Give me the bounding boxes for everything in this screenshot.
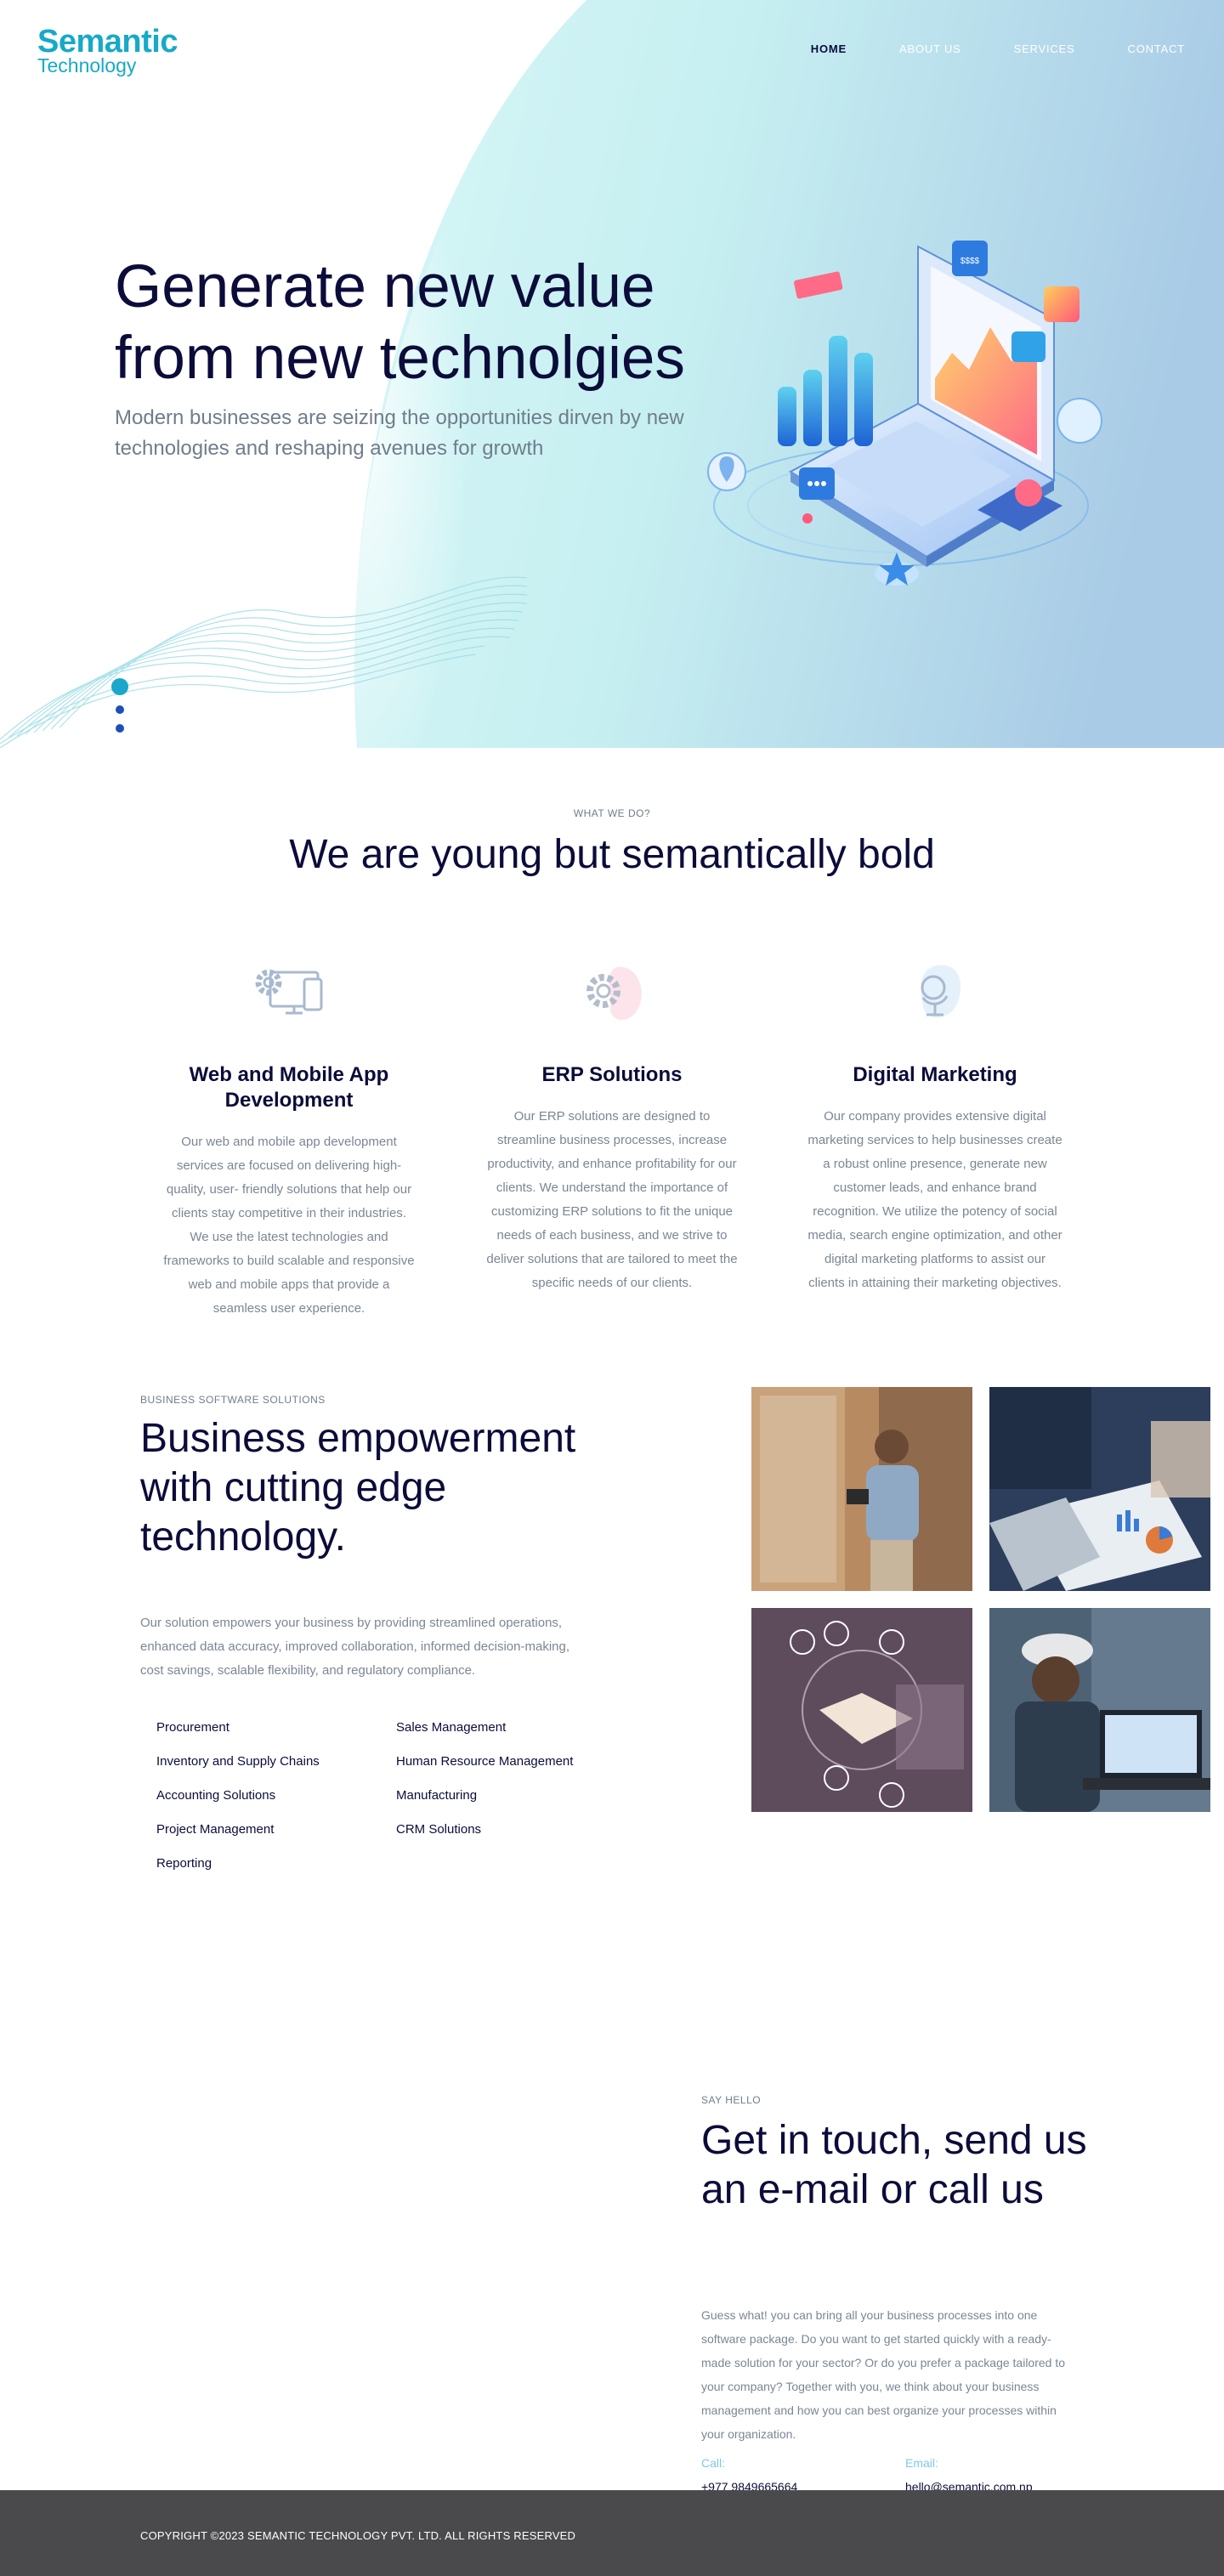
service-title: Web and Mobile App Development (189, 1063, 389, 1112)
contact-body: Guess what! you can bring all your busin… (701, 2308, 1066, 2441)
list-item: CRM Solutions (396, 1822, 482, 1837)
list-item: Manufacturing (396, 1788, 478, 1803)
service-text: Our company provides extensive digital m… (808, 1109, 1062, 1290)
slider-dot[interactable] (116, 705, 124, 714)
service-title: Digital Marketing (853, 1063, 1017, 1086)
business-photo-grid (751, 1387, 1210, 1812)
call-label: Call: (701, 2456, 726, 2470)
nav-about-us[interactable]: ABOUT US (899, 42, 961, 55)
business-title: Business empowerment with cutting edge t… (140, 1416, 576, 1560)
services-title: We are young but semantically bold (289, 832, 935, 877)
contact-section: SAY HELLO Get in touch, send us an e-mai… (0, 2040, 1224, 2567)
services-section: WHAT WE DO? We are young but semanticall… (0, 748, 1224, 1394)
devices-gear-icon (246, 957, 332, 1033)
hero-slider-dots (110, 678, 129, 733)
main-nav: HOME ABOUT US SERVICES CONTACT (758, 42, 1185, 55)
warehouse-photo (751, 1387, 972, 1591)
globe-icon (892, 957, 978, 1033)
services-eyebrow: WHAT WE DO? (573, 807, 651, 819)
business-description: Our solution empowers your business by p… (140, 1616, 570, 1678)
hero-title: Generate new value from new technolgies (115, 253, 685, 392)
logo-name: Semantic (37, 24, 178, 59)
engineer-laptop-photo (989, 1608, 1210, 1812)
brand-logo[interactable]: Semantic Technology (37, 25, 178, 76)
service-card-web-mobile: Web and Mobile App Development Our web a… (162, 957, 416, 1321)
service-title: ERP Solutions (541, 1063, 683, 1086)
nav-services[interactable]: SERVICES (1014, 42, 1075, 55)
business-section: BUSINESS SOFTWARE SOLUTIONS Business emp… (0, 1387, 1224, 2040)
list-item: Accounting Solutions (156, 1788, 276, 1803)
business-modules-list: Procurement Sales Management Inventory a… (156, 1720, 632, 1871)
list-item: Project Management (156, 1822, 275, 1837)
gear-icon (570, 957, 654, 1033)
email-label: Email: (905, 2456, 938, 2470)
list-item: Sales Management (396, 1720, 507, 1735)
footer: COPYRIGHT ©2023 SEMANTIC TECHNOLOGY PVT.… (0, 2490, 1224, 2576)
nav-contact[interactable]: CONTACT (1128, 42, 1185, 55)
hero-subtitle: Modern businesses are seizing the opport… (115, 406, 684, 460)
teamwork-hands-photo (751, 1608, 972, 1812)
contact-eyebrow: SAY HELLO (701, 2094, 762, 2106)
list-item: Inventory and Supply Chains (156, 1754, 320, 1769)
list-item: Reporting (156, 1856, 212, 1871)
copyright-text: COPYRIGHT ©2023 SEMANTIC TECHNOLOGY PVT.… (140, 2529, 576, 2542)
slider-dot[interactable] (116, 724, 124, 733)
contact-title: Get in touch, send us an e-mail or call … (701, 2118, 1087, 2212)
list-item: Human Resource Management (396, 1754, 574, 1769)
slider-dot-active[interactable] (111, 678, 128, 695)
list-item: Procurement (156, 1720, 230, 1735)
laptop-analytics-illustration: $$$$ (707, 241, 1102, 586)
hero-section: Semantic Technology HOME ABOUT US SERVIC… (0, 0, 1224, 748)
service-card-erp: ERP Solutions Our ERP solutions are desi… (484, 957, 740, 1295)
service-text: Our web and mobile app development servi… (163, 1135, 415, 1316)
business-eyebrow: BUSINESS SOFTWARE SOLUTIONS (140, 1394, 326, 1406)
nav-home[interactable]: HOME (811, 42, 847, 55)
service-card-digital-marketing: Digital Marketing Our company provides e… (808, 957, 1062, 1295)
service-text: Our ERP solutions are designed to stream… (486, 1109, 738, 1290)
illustration-badge: $$$$ (960, 257, 980, 266)
business-charts-photo (989, 1387, 1210, 1591)
